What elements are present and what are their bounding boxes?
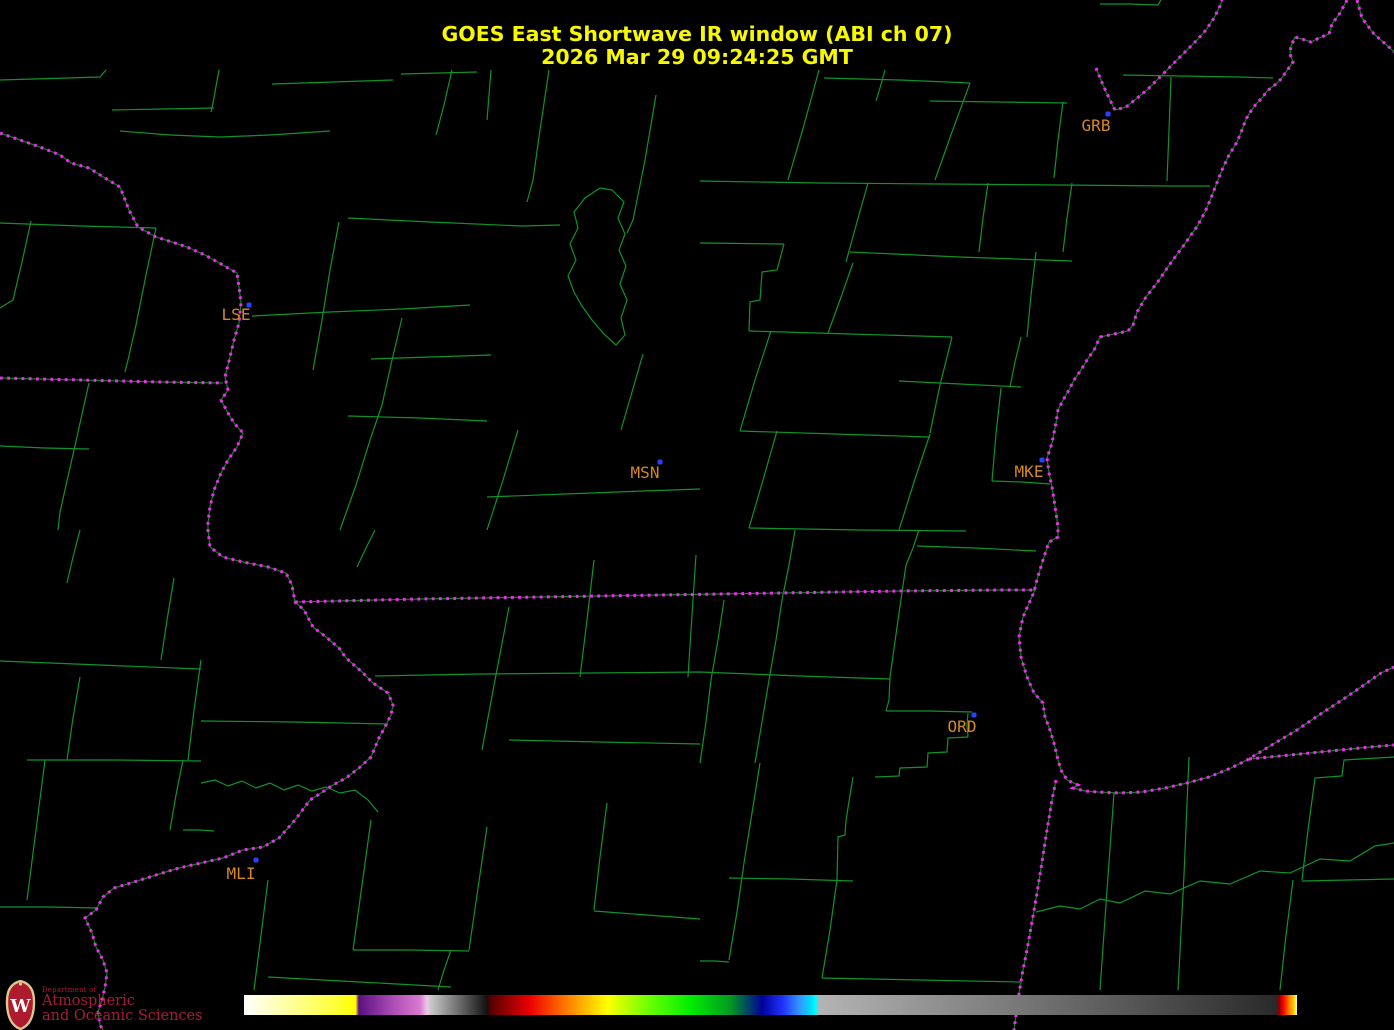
logo-name-line2: and Oceanic Sciences <box>42 1009 203 1024</box>
station-label: MSN <box>631 463 660 482</box>
crest-monogram: W <box>9 996 31 1017</box>
station-label: MLI <box>227 864 256 883</box>
aos-logo: W Department of Atmospheric and Oceanic … <box>4 980 234 1030</box>
station-dot-icon <box>254 858 259 863</box>
station-msn: MSN <box>631 460 663 483</box>
station-grb: GRB <box>1082 112 1111 136</box>
station-mke: MKE <box>1015 458 1045 482</box>
logo-name-line1: Atmospheric <box>42 994 203 1009</box>
station-label: LSE <box>222 305 251 324</box>
station-label: MKE <box>1015 462 1044 481</box>
station-ord: ORD <box>948 713 977 737</box>
map-canvas: GRB LSE MSN MKE ORD MLI GOES East Shortwave I… <box>0 0 1394 1030</box>
satellite-image-viewport: GRB LSE MSN MKE ORD MLI GOES East Shortwave I… <box>0 0 1394 1030</box>
enhancement-colorbar <box>244 995 1297 1015</box>
image-title: GOES East Shortwave IR window (ABI ch 07… <box>441 22 952 46</box>
aos-logo-text: Department of Atmospheric and Oceanic Sc… <box>42 987 203 1023</box>
station-lse: LSE <box>222 303 252 325</box>
uw-crest-icon: W <box>4 980 37 1030</box>
station-label: GRB <box>1082 116 1111 135</box>
station-label: ORD <box>948 717 977 736</box>
image-timestamp: 2026 Mar 29 09:24:25 GMT <box>541 45 853 69</box>
